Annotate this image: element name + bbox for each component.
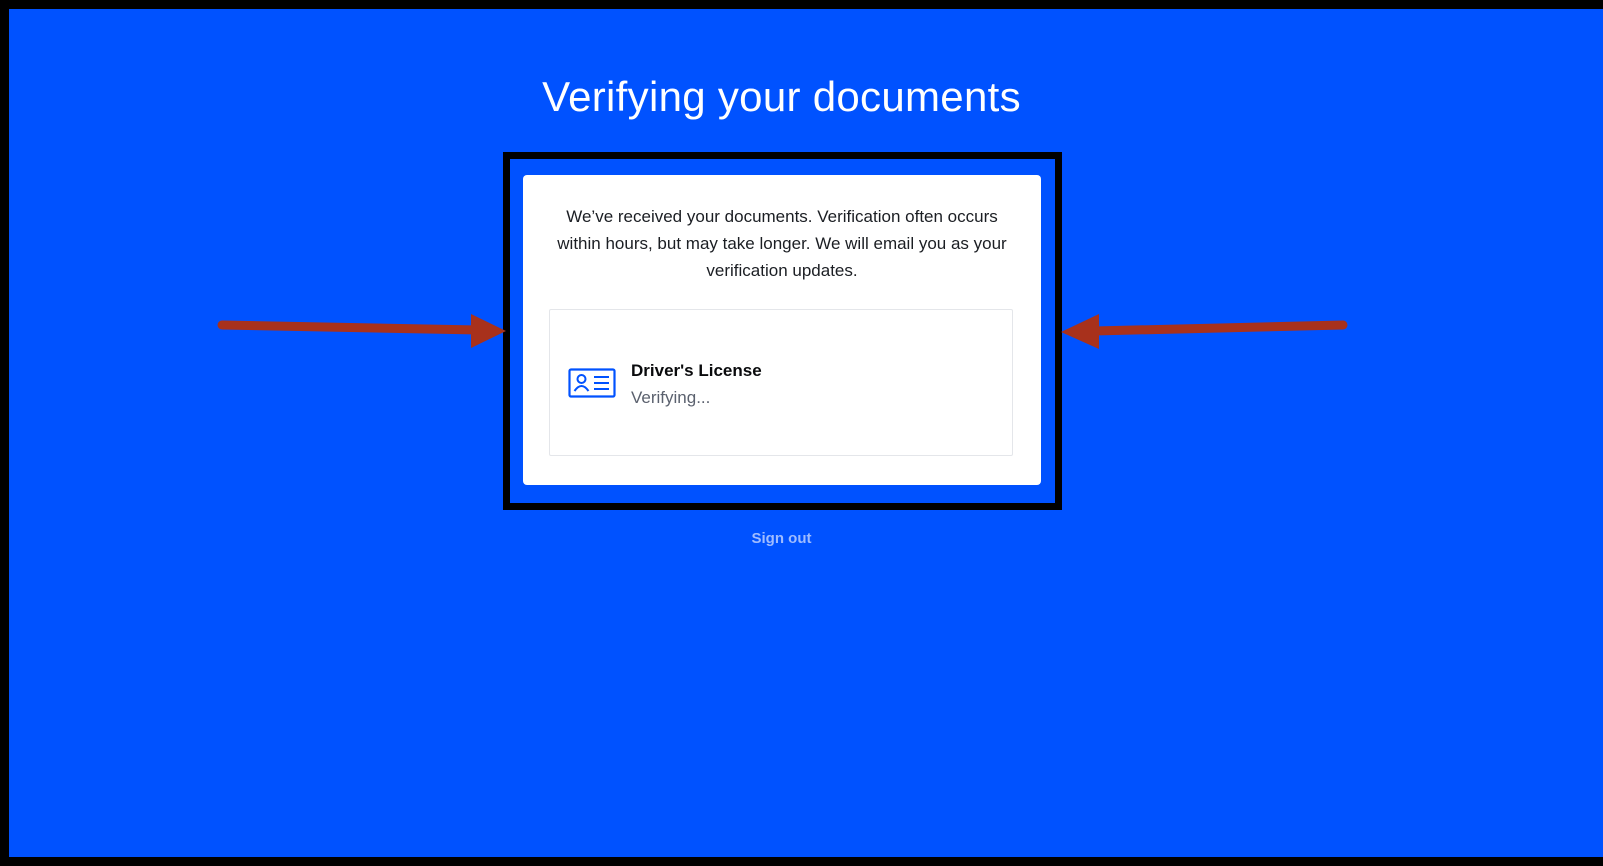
verification-page: Verifying your documents We’ve received … xyxy=(9,9,1603,857)
id-card-icon xyxy=(568,368,616,398)
page-title: Verifying your documents xyxy=(542,73,1021,120)
right-arrow-icon xyxy=(1061,314,1348,349)
left-arrow-icon xyxy=(217,314,506,348)
document-name: Driver's License xyxy=(631,361,762,380)
verification-message: We’ve received your documents. Verificat… xyxy=(557,207,1007,280)
document-status: Verifying... xyxy=(631,388,711,407)
screenshot-frame: Verifying your documents We’ve received … xyxy=(0,0,1603,866)
verification-card: We’ve received your documents. Verificat… xyxy=(523,175,1041,485)
sign-out-link[interactable]: Sign out xyxy=(9,530,1554,547)
document-item: Driver's License Verifying... xyxy=(549,309,1013,456)
